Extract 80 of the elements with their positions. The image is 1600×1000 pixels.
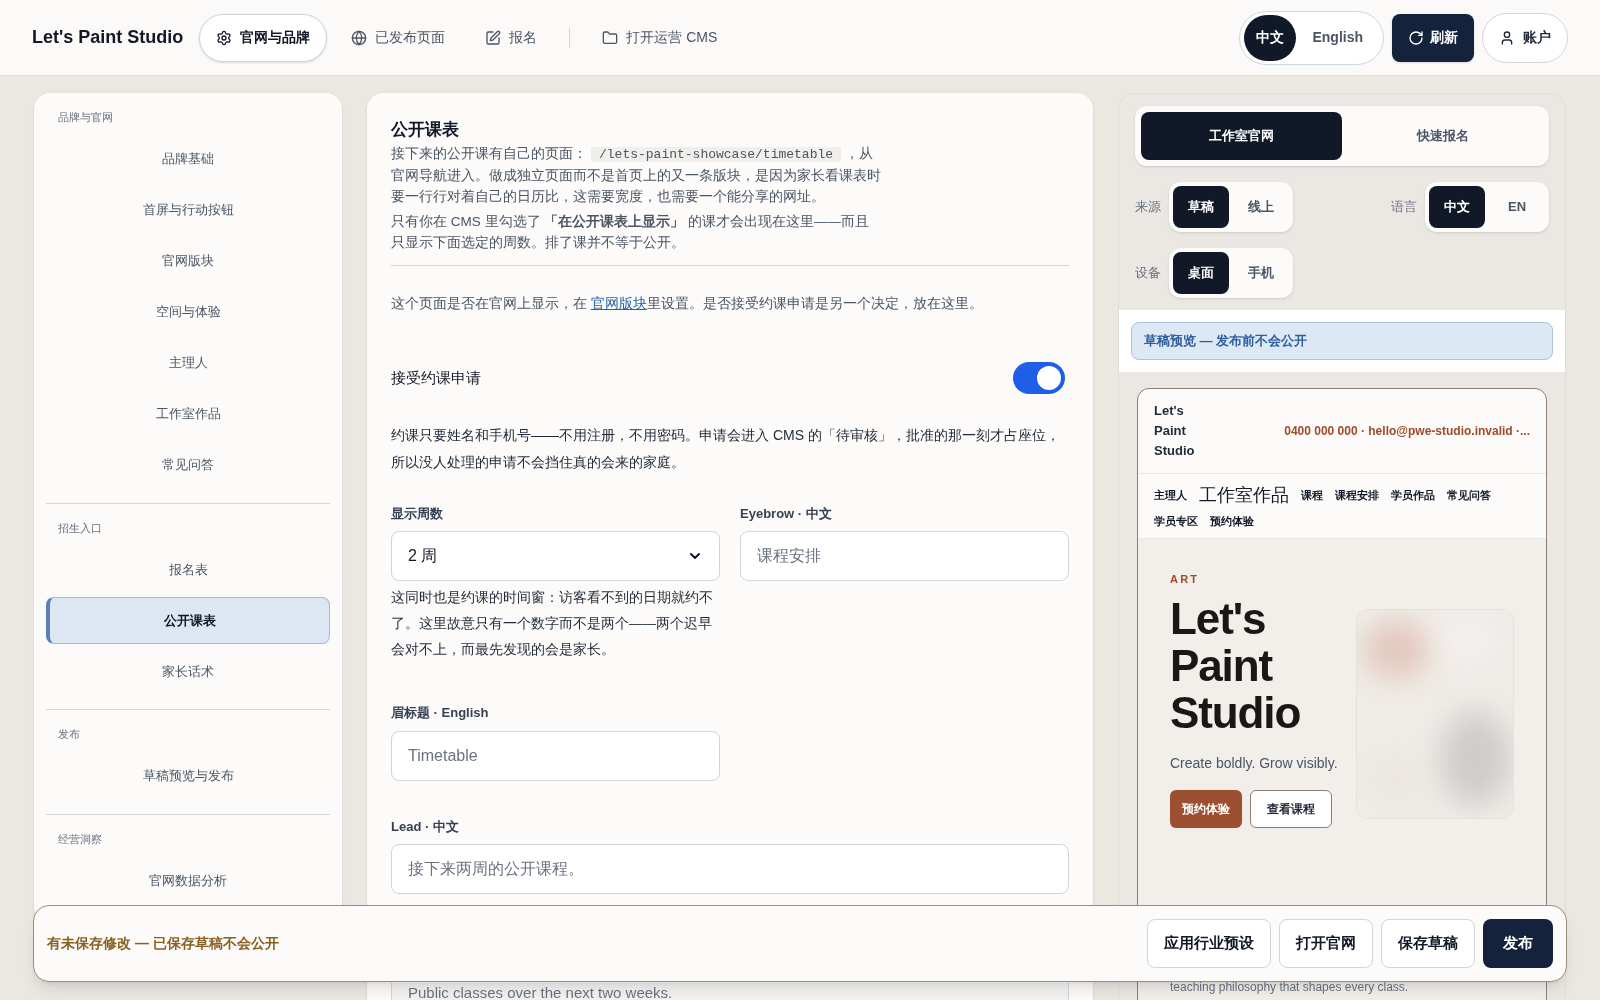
action-button[interactable]: 保存草稿 [1381, 919, 1475, 968]
segment-option[interactable]: 草稿 [1173, 186, 1229, 228]
site-brand: Let's Paint Studio [1154, 402, 1196, 460]
draft-banner: 草稿预览 — 发布前不会公开 [1131, 322, 1553, 360]
eyebrow-zh-field[interactable]: 课程安排 [740, 531, 1069, 582]
unsaved-status: 有未保存修改 — 已保存草稿不会公开 [47, 934, 279, 953]
segment-option[interactable]: 线上 [1233, 186, 1289, 228]
site-nav-link[interactable]: 工作室作品 [1199, 482, 1289, 509]
weeks-select[interactable]: 2 周 [391, 531, 720, 582]
field-label: 显示周数 [391, 504, 444, 523]
sidebar-item[interactable]: 工作室作品 [46, 390, 330, 438]
intro-text: 接下来的公开课有自己的页面： /lets-paint-showcase/timetable ，从官网导航进入。做成独立页面而不是首页上的又一条版块，是因为家长看课表时要一行行对着自己的日历比，这需要宽度，也需要一个能分享的网址。 [391, 144, 881, 206]
lead-zh-field[interactable]: 接下来两周的公开课程。 [391, 844, 1069, 895]
globe-icon [351, 29, 368, 46]
sections-link[interactable]: 官网版块 [590, 295, 647, 311]
account-button[interactable]: 账户 [1482, 12, 1568, 63]
weeks-help: 这同时也是约课的时间窗：访客看不到的日期就约不了。这里故意只有一个数字而不是两个——两个迟早会对不上，而最先发现的会是家长。 [391, 589, 714, 660]
eyebrow-en-field[interactable]: Timetable [391, 730, 720, 781]
sidebar-item[interactable]: 报名表 [46, 546, 330, 593]
language-option[interactable]: 中文 [1244, 14, 1297, 61]
site-nav-link[interactable]: 课程 [1301, 487, 1323, 504]
sidebar-item[interactable]: 品牌基础 [46, 135, 330, 183]
site-nav-link[interactable]: 课程安排 [1335, 487, 1379, 504]
sidebar-item[interactable]: 家长话术 [46, 648, 330, 695]
segment-option[interactable]: 桌面 [1173, 252, 1229, 294]
nav-tab[interactable]: 已发布页面 [335, 13, 462, 62]
pencil-icon [485, 29, 502, 46]
settings-icon [216, 29, 233, 46]
refresh-button[interactable]: 刷新 [1392, 13, 1474, 62]
field-label: Lead · 中文 [391, 817, 460, 836]
preview-tab[interactable]: 工作室官网 [1141, 112, 1342, 160]
brand-name: Let's Paint Studio [32, 26, 184, 49]
nav-tab[interactable]: 官网与品牌 [199, 13, 328, 62]
sidebar-item[interactable]: 主理人 [46, 339, 330, 387]
preview-tab[interactable]: 快速报名 [1342, 112, 1543, 160]
user-icon [1499, 29, 1515, 46]
folder-icon [602, 29, 619, 46]
field-label: 眉标题 · English [391, 704, 490, 723]
sidebar-heading: 品牌与官网 [57, 110, 114, 125]
sidebar-item[interactable]: 官网版块 [46, 237, 330, 285]
hero-tagline: Create boldly. Grow visibly. [1170, 754, 1339, 773]
sidebar-item[interactable]: 公开课表 [46, 597, 330, 644]
sidebar-item[interactable]: 空间与体验 [46, 288, 330, 336]
sidebar-heading: 发布 [57, 727, 81, 742]
hero-copy: teaching philosophy that shapes every class. [1170, 979, 1409, 995]
note-text: 只有你在 CMS 里勾选了 「在公开课表上显示」 的课才会出现在这里——而且只显示下面选定的周数。排了课并不等于公开。 [391, 212, 871, 252]
site-contact: 0400 000 000 · hello@pwe-studio.invalid ·... [1284, 423, 1530, 440]
nav-tab[interactable]: 报名 [469, 13, 554, 62]
sidebar-item[interactable]: 官网数据分析 [46, 857, 330, 904]
action-button[interactable]: 打开官网 [1279, 919, 1373, 968]
view-courses-button[interactable]: 查看课程 [1250, 790, 1332, 828]
site-nav-link[interactable]: 常见问答 [1447, 487, 1491, 504]
toggle-label: 接受约课申请 [391, 367, 481, 388]
book-trial-button[interactable]: 预约体验 [1170, 790, 1242, 828]
hero-eyebrow: ART [1170, 571, 1201, 587]
segment-option[interactable]: 中文 [1429, 186, 1485, 228]
sidebar-heading: 招生入口 [57, 520, 103, 536]
site-nav-link[interactable]: 主理人 [1154, 487, 1187, 504]
section-title: 公开课表 [391, 119, 460, 141]
refresh-icon [1408, 29, 1424, 46]
path-code: /lets-paint-showcase/timetable [591, 146, 842, 162]
hero-title: Let's Paint Studio [1170, 595, 1302, 736]
toggle-help: 约课只要姓名和手机号——不用注册，不用密码。申请会进入 CMS 的「待审核」，批准的那一刻才占座位，所以没人处理的申请不会挡住真的会来的家庭。 [391, 425, 1061, 472]
site-nav-link[interactable]: 预约体验 [1210, 513, 1254, 530]
segment-option[interactable]: 手机 [1233, 252, 1289, 294]
site-nav-link[interactable]: 学员作品 [1391, 487, 1435, 504]
action-button[interactable]: 发布 [1483, 919, 1553, 968]
segment-option[interactable]: EN [1489, 186, 1545, 228]
field-label: Eyebrow · 中文 [740, 504, 833, 523]
lead-en-field[interactable]: Public classes over the next two weeks. [391, 983, 1069, 1000]
visibility-text: 这个页面是否在官网上显示，在 官网版块里设置。是否接受约课申请是另一个决定，放在这里。 [391, 294, 984, 313]
language-option[interactable]: English [1296, 14, 1379, 61]
sidebar-heading: 经营洞察 [57, 831, 103, 847]
sidebar-item[interactable]: 常见问答 [46, 441, 330, 489]
sidebar-item[interactable]: 首屏与行动按钮 [46, 186, 330, 234]
sidebar-item[interactable]: 草稿预览与发布 [46, 752, 330, 800]
action-button[interactable]: 应用行业预设 [1147, 919, 1271, 968]
nav-tab[interactable]: 打开运营 CMS [586, 13, 734, 62]
toggle-switch[interactable] [1013, 361, 1065, 394]
site-nav-link[interactable]: 学员专区 [1154, 513, 1198, 530]
